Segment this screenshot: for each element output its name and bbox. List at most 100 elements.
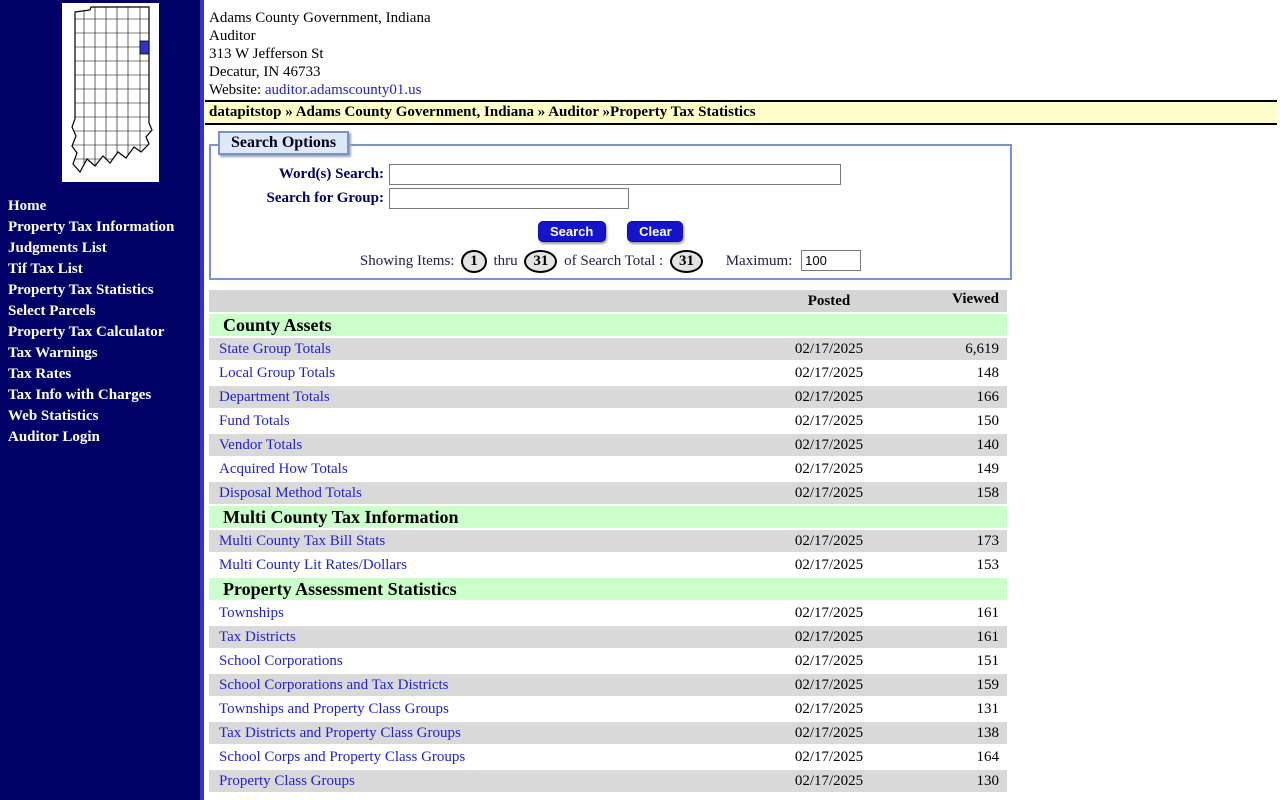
posted-date: 02/17/2025 (769, 722, 889, 744)
item-link[interactable]: Property Class Groups (219, 773, 355, 789)
table-row: School Corporations 02/17/2025 151 (209, 650, 1007, 672)
section-header: Property Assessment Statistics (209, 578, 1007, 600)
item-link[interactable]: Tax Districts (219, 629, 296, 645)
viewed-count: 131 (889, 698, 1007, 720)
posted-date: 02/17/2025 (769, 746, 889, 768)
viewed-count: 149 (889, 458, 1007, 480)
item-link[interactable]: Multi County Lit Rates/Dollars (219, 557, 407, 573)
section-header: Multi County Tax Information (209, 506, 1007, 528)
posted-date: 02/17/2025 (769, 530, 889, 552)
sidebar-item-property-tax-information[interactable]: Property Tax Information (8, 217, 200, 238)
posted-date: 02/17/2025 (769, 650, 889, 672)
posted-date: 02/17/2025 (769, 386, 889, 408)
group-search-input[interactable] (389, 188, 629, 209)
sidebar-item-auditor-login[interactable]: Auditor Login (8, 427, 200, 448)
sidebar-item-tif-tax-list[interactable]: Tif Tax List (8, 259, 200, 280)
item-link[interactable]: School Corporations (219, 653, 343, 669)
org-header: Adams County Government, Indiana Auditor… (204, 0, 1280, 99)
posted-date: 02/17/2025 (769, 338, 889, 360)
posted-date: 02/17/2025 (769, 410, 889, 432)
item-link[interactable]: Townships and Property Class Groups (219, 701, 449, 717)
table-row: Multi County Tax Bill Stats 02/17/2025 173 (209, 530, 1007, 552)
table-row: Vendor Totals 02/17/2025 140 (209, 434, 1007, 456)
org-website-line: Website: auditor.adamscounty01.us (209, 81, 1280, 99)
table-row: Multi County Lit Rates/Dollars 02/17/2025… (209, 554, 1007, 576)
item-link[interactable]: State Group Totals (219, 341, 331, 357)
indiana-county-map-icon (71, 6, 153, 174)
table-row: Townships 02/17/2025 161 (209, 602, 1007, 624)
viewed-count: 161 (889, 626, 1007, 648)
table-row: Fund Totals 02/17/2025 150 (209, 410, 1007, 432)
org-city: Decatur, IN 46733 (209, 64, 321, 80)
posted-column-header: Posted (769, 290, 889, 312)
table-row: Local Group Totals 02/17/2025 148 (209, 362, 1007, 384)
sidebar-nav: Home Property Tax Information Judgments Li… (8, 196, 200, 448)
viewed-count: 166 (889, 386, 1007, 408)
clear-button[interactable]: Clear (627, 221, 684, 242)
posted-date: 02/17/2025 (769, 434, 889, 456)
sidebar-item-judgments-list[interactable]: Judgments List (8, 238, 200, 259)
section-row: County Assets (209, 314, 1007, 336)
section-row: Multi County Tax Information (209, 506, 1007, 528)
page: Home Property Tax Information Judgments Li… (0, 0, 1280, 800)
showing-items-label: Showing Items: (359, 253, 455, 269)
search-button[interactable]: Search (537, 221, 606, 242)
item-link[interactable]: Fund Totals (219, 413, 290, 429)
posted-date: 02/17/2025 (769, 482, 889, 504)
item-link[interactable]: Disposal Method Totals (219, 485, 362, 501)
word-search-input[interactable] (389, 164, 841, 185)
maximum-label: Maximum: (725, 253, 793, 269)
sidebar-item-property-tax-statistics[interactable]: Property Tax Statistics (8, 280, 200, 301)
breadcrumb[interactable]: datapitstop » Adams County Government, I… (205, 100, 1277, 125)
column-header-row: Posted Viewed (209, 290, 1007, 312)
items-table: Posted Viewed County Assets State Group T… (209, 288, 1007, 794)
item-link[interactable]: Department Totals (219, 389, 330, 405)
showing-to-badge: 31 (524, 250, 558, 273)
viewed-count: 173 (889, 530, 1007, 552)
item-link[interactable]: Tax Districts and Property Class Groups (219, 725, 461, 741)
sidebar-item-web-statistics[interactable]: Web Statistics (8, 406, 200, 427)
showing-from-badge: 1 (461, 250, 487, 273)
maximum-input[interactable] (801, 250, 862, 271)
sidebar-item-tax-rates[interactable]: Tax Rates (8, 364, 200, 385)
item-link[interactable]: Acquired How Totals (219, 461, 348, 477)
viewed-count: 158 (889, 482, 1007, 504)
viewed-count: 164 (889, 746, 1007, 768)
posted-date: 02/17/2025 (769, 770, 889, 792)
website-label: Website: (209, 82, 262, 98)
sidebar-item-tax-info-with-charges[interactable]: Tax Info with Charges (8, 385, 200, 406)
table-row: Tax Districts 02/17/2025 161 (209, 626, 1007, 648)
viewed-count: 161 (889, 602, 1007, 624)
viewed-count: 151 (889, 650, 1007, 672)
table-row: Tax Districts and Property Class Groups 0… (209, 722, 1007, 744)
posted-date: 02/17/2025 (769, 602, 889, 624)
item-link[interactable]: Local Group Totals (219, 365, 335, 381)
section-header: County Assets (209, 314, 1007, 336)
item-link[interactable]: School Corps and Property Class Groups (219, 749, 465, 765)
sidebar-item-tax-warnings[interactable]: Tax Warnings (8, 343, 200, 364)
title-column-header (209, 290, 769, 312)
posted-date: 02/17/2025 (769, 458, 889, 480)
org-dept: Auditor (209, 28, 256, 44)
thru-label: thru (493, 253, 518, 269)
sidebar-item-home[interactable]: Home (8, 196, 200, 217)
showing-items-line: Showing Items: 1 thru 31 of Search Total… (211, 250, 1010, 273)
posted-date: 02/17/2025 (769, 626, 889, 648)
website-link[interactable]: auditor.adamscounty01.us (265, 82, 422, 98)
viewed-count: 150 (889, 410, 1007, 432)
posted-date: 02/17/2025 (769, 674, 889, 696)
viewed-count: 130 (889, 770, 1007, 792)
item-link[interactable]: Townships (219, 605, 284, 621)
search-options-panel: Search Options Word(s) Search: Search fo… (209, 131, 1012, 280)
viewed-count: 153 (889, 554, 1007, 576)
table-row: School Corporations and Tax Districts 02/… (209, 674, 1007, 696)
item-link[interactable]: Vendor Totals (219, 437, 302, 453)
table-row: Department Totals 02/17/2025 166 (209, 386, 1007, 408)
search-total-badge: 31 (669, 250, 703, 273)
viewed-column-header: Viewed (889, 290, 1007, 312)
item-link[interactable]: School Corporations and Tax Districts (219, 677, 448, 693)
item-link[interactable]: Multi County Tax Bill Stats (219, 533, 385, 549)
sidebar-item-select-parcels[interactable]: Select Parcels (8, 301, 200, 322)
sidebar-item-property-tax-calculator[interactable]: Property Tax Calculator (8, 322, 200, 343)
county-map-logo[interactable] (62, 3, 159, 182)
